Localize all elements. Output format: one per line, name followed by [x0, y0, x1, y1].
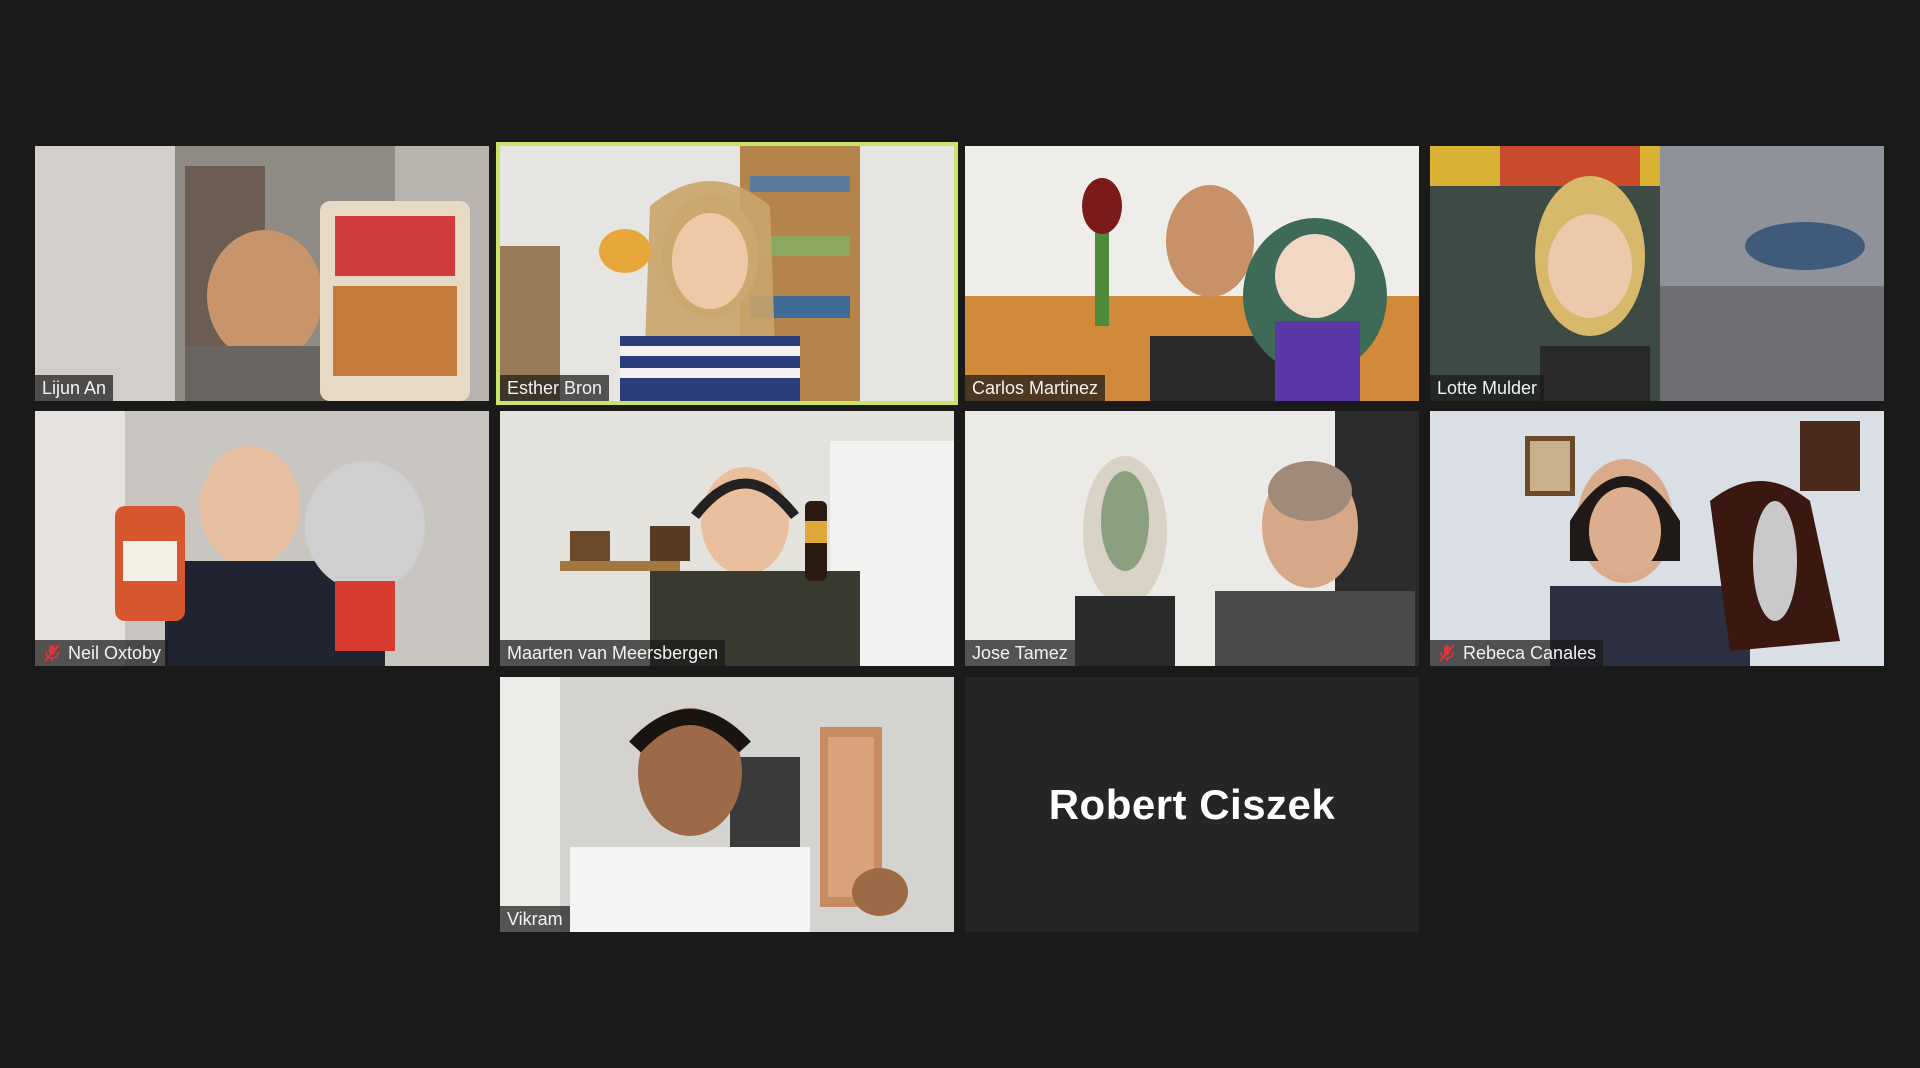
participant-name-tag: Lijun An [35, 375, 114, 401]
video-tile-esther-bron[interactable]: Esther Bron [496, 142, 958, 405]
microphone-muted-icon [1439, 644, 1455, 662]
participant-name: Esther Bron [507, 378, 603, 398]
participant-name: Neil Oxtoby [68, 643, 162, 663]
video-tile-rebeca-canales[interactable]: Rebeca Canales [1430, 411, 1884, 666]
participant-name: Lotte Mulder [1437, 378, 1538, 398]
video-tile-carlos-martinez[interactable]: Carlos Martinez [965, 146, 1419, 401]
participant-name-tag: Lotte Mulder [1430, 375, 1545, 401]
participant-video [35, 411, 489, 666]
participant-name-tag: Maarten van Meersbergen [500, 640, 726, 666]
participant-name-tag: Jose Tamez [965, 640, 1075, 666]
participant-name: Vikram [507, 909, 563, 929]
participant-video [965, 411, 1419, 666]
participant-name-tag: Rebeca Canales [1430, 640, 1604, 666]
participant-video [1430, 411, 1884, 666]
participant-name-tag: Neil Oxtoby [35, 640, 169, 666]
participant-name: Jose Tamez [972, 643, 1068, 663]
video-tile-jose-tamez[interactable]: Jose Tamez [965, 411, 1419, 666]
participant-name: Maarten van Meersbergen [507, 643, 719, 663]
video-tile-vikram[interactable]: Vikram [500, 677, 954, 932]
participant-video [500, 411, 954, 666]
participant-name: Carlos Martinez [972, 378, 1099, 398]
video-tile-maarten-van-meersbergen[interactable]: Maarten van Meersbergen [500, 411, 954, 666]
participant-video [965, 146, 1419, 401]
video-tile-lotte-mulder[interactable]: Lotte Mulder [1430, 146, 1884, 401]
meeting-gallery-view: Lijun An Esther Bron Carlos Martinez Lot… [0, 0, 1920, 1068]
video-tile-robert-ciszek[interactable]: Robert Ciszek [965, 677, 1419, 932]
participant-name-tag: Esther Bron [500, 375, 610, 401]
participant-video [35, 146, 489, 401]
microphone-muted-icon [44, 644, 60, 662]
participant-video [500, 146, 954, 401]
participant-name-placeholder: Robert Ciszek [1048, 780, 1336, 828]
participant-name-tag: Vikram [500, 906, 570, 932]
participant-name: Lijun An [42, 378, 107, 398]
participant-name: Rebeca Canales [1463, 643, 1597, 663]
participant-video [1430, 146, 1884, 401]
video-tile-neil-oxtoby[interactable]: Neil Oxtoby [35, 411, 489, 666]
participant-video [500, 677, 954, 932]
video-tile-lijun-an[interactable]: Lijun An [35, 146, 489, 401]
participant-name-tag: Carlos Martinez [965, 375, 1106, 401]
